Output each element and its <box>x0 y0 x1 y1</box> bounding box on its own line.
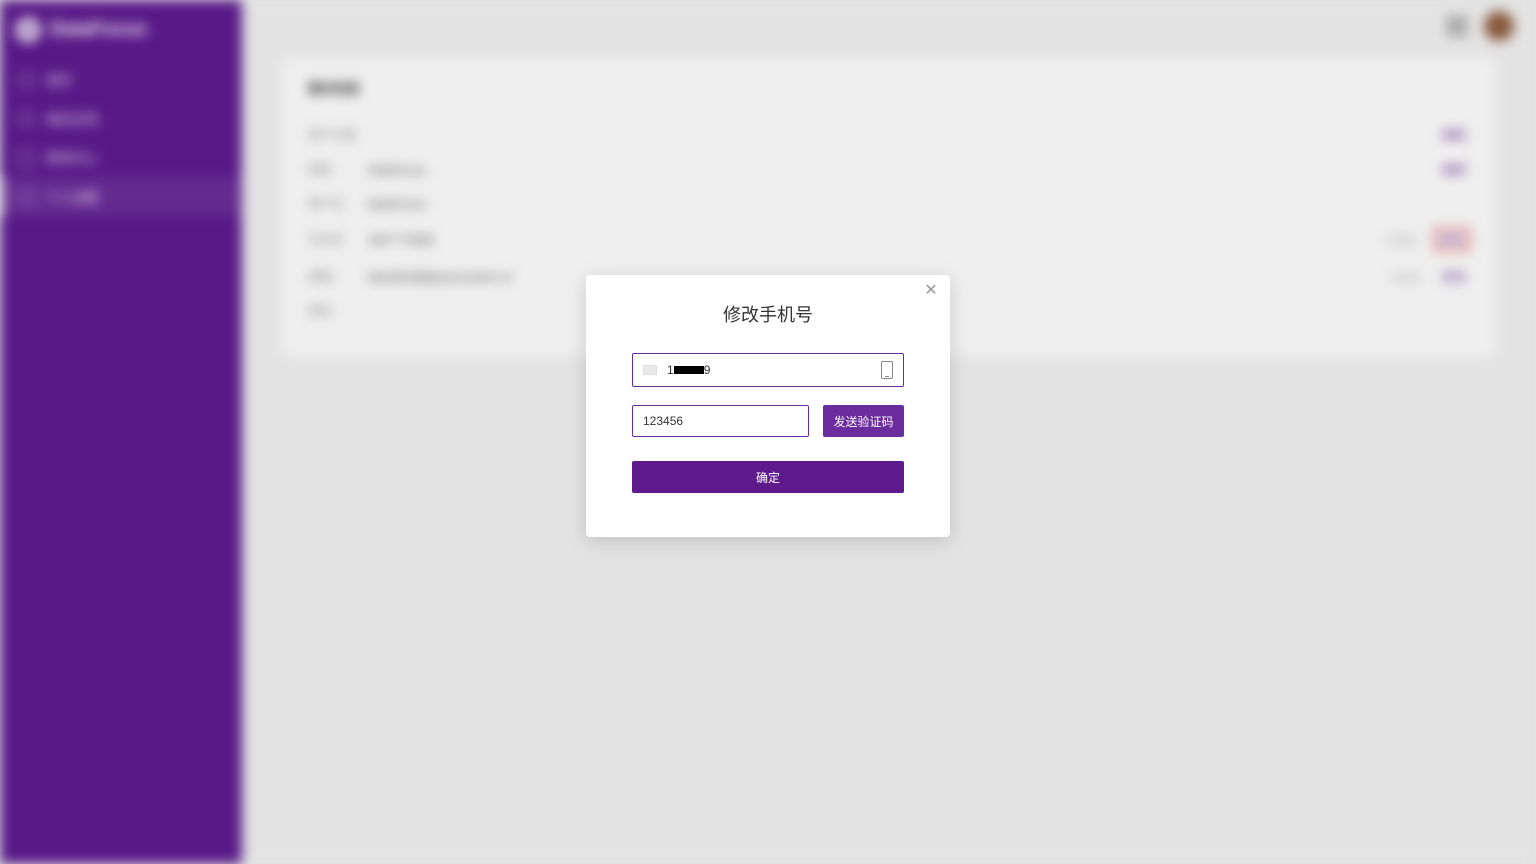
confirm-button[interactable]: 确定 <box>632 461 904 493</box>
modify-phone-modal: ✕ 修改手机号 19 发送验证码 确定 <box>586 275 950 537</box>
phone-mask <box>674 366 704 374</box>
mobile-icon <box>881 361 893 379</box>
modal-title: 修改手机号 <box>586 301 950 327</box>
phone-prefix: 1 <box>667 363 674 377</box>
send-code-button[interactable]: 发送验证码 <box>823 405 904 437</box>
modal-overlay: ✕ 修改手机号 19 发送验证码 确定 <box>0 0 1536 864</box>
phone-display: 19 <box>667 363 871 377</box>
verification-code-input[interactable] <box>632 405 809 437</box>
flag-icon <box>643 365 657 375</box>
phone-input-wrap[interactable]: 19 <box>632 353 904 387</box>
close-icon[interactable]: ✕ <box>922 283 940 301</box>
phone-suffix: 9 <box>704 363 711 377</box>
